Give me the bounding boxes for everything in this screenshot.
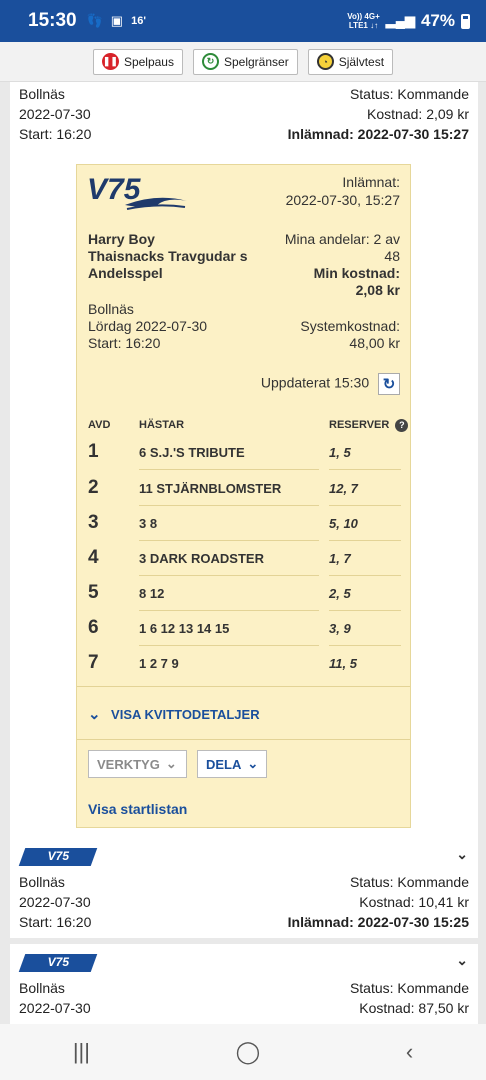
tools-dropdown[interactable]: VERKTYG ⌄ <box>88 750 187 778</box>
updated-time: Uppdaterat 15:30 <box>260 374 370 391</box>
battery-level: 47% <box>420 11 455 30</box>
table-row: 7 1 2 7 9 11, 5 <box>88 652 357 673</box>
show-receipt-details-link[interactable]: ⌄ VISA KVITTODETALJER <box>88 705 260 724</box>
responsible-gaming-bar: ❚❚ Spelpaus ↻ Spelgränser ◔ Självtest <box>0 42 486 82</box>
bets-list: Bollnäs Status: Kommande 2022-07-30 Kost… <box>0 82 486 1024</box>
refresh-icon[interactable]: ↻ <box>378 373 400 395</box>
temperature: 16' <box>131 15 146 27</box>
date: 2022-07-30 <box>19 106 91 122</box>
table-row: 5 8 12 2, 5 <box>77 576 412 611</box>
signal-icon: ▂▄▆ <box>385 13 415 28</box>
home-icon[interactable]: ◯ <box>236 1039 261 1065</box>
owner: Harry Boy <box>88 231 155 247</box>
startlist-link[interactable]: Visa startlistan <box>88 801 187 819</box>
bet-card[interactable]: V75 ⌄ Bollnäs Status: Kommande 2022-07-3… <box>10 838 478 938</box>
table-row: 2 11 STJÄRNBLOMSTER 12, 7 <box>77 471 412 506</box>
table-row: 4 3 DARK ROADSTER 1, 7 <box>77 541 412 576</box>
limits-icon: ↻ <box>201 53 219 70</box>
status-bar: 15:30 👣 ▣ 16' Vo)) 4G+ LTE1 ↓↑ ▂▄▆ 47% <box>0 0 486 42</box>
v75-logo: V75 <box>87 171 191 218</box>
chevron-down-icon[interactable]: ⌄ <box>456 846 468 863</box>
table-row: 3 3 8 5, 10 <box>77 506 412 541</box>
team: Thaisnacks Travgudar s <box>88 248 248 264</box>
sjalvtest-button[interactable]: ◔ Självtest <box>307 48 394 75</box>
receipt: V75 Inlämnat: 2022-07-30, 15:27 Harry Bo… <box>76 164 411 828</box>
table-row: 6 1 6 12 13 14 15 3, 9 <box>77 611 412 646</box>
bet-card-expanded: Bollnäs Status: Kommande 2022-07-30 Kost… <box>10 82 478 838</box>
image-icon: ▣ <box>110 13 124 28</box>
recent-apps-icon[interactable]: ||| <box>73 1039 90 1065</box>
status: Status: Kommande <box>349 86 469 102</box>
system-nav-bar: ||| ◯ ‹ <box>0 1024 486 1080</box>
submitted: Inlämnad: 2022-07-30 15:27 <box>287 126 469 142</box>
bet-card[interactable]: V75 ⌄ Bollnäs Status: Kommande 2022-07-3… <box>10 944 478 1024</box>
share-dropdown[interactable]: DELA ⌄ <box>197 750 268 778</box>
v75-tag: V75 <box>18 954 98 972</box>
battery-icon <box>461 13 470 29</box>
v75-tag: V75 <box>18 848 98 866</box>
svg-text:V75: V75 <box>87 173 142 206</box>
help-icon[interactable]: ? <box>395 419 409 432</box>
chevron-down-icon: ⌄ <box>88 706 101 723</box>
spelpaus-button[interactable]: ❚❚ Spelpaus <box>92 48 183 75</box>
bet-type: Andelsspel <box>88 265 163 281</box>
table-row: 1 6 S.J.'S TRIBUTE 1, 5 <box>77 435 412 470</box>
footprint-icon: 👣 <box>86 13 103 28</box>
chevron-down-icon[interactable]: ⌄ <box>456 952 468 969</box>
chevron-down-icon: ⌄ <box>247 756 259 771</box>
track: Bollnäs <box>19 86 65 102</box>
back-icon[interactable]: ‹ <box>406 1039 413 1065</box>
gauge-icon: ◔ <box>316 53 334 70</box>
pause-icon: ❚❚ <box>101 53 119 70</box>
start-time: Start: 16:20 <box>19 126 92 142</box>
chevron-down-icon: ⌄ <box>165 756 177 771</box>
spelgranser-button[interactable]: ↻ Spelgränser <box>192 48 298 75</box>
cost: Kostnad: 2,09 kr <box>367 106 469 122</box>
clock: 15:30 <box>28 10 77 31</box>
